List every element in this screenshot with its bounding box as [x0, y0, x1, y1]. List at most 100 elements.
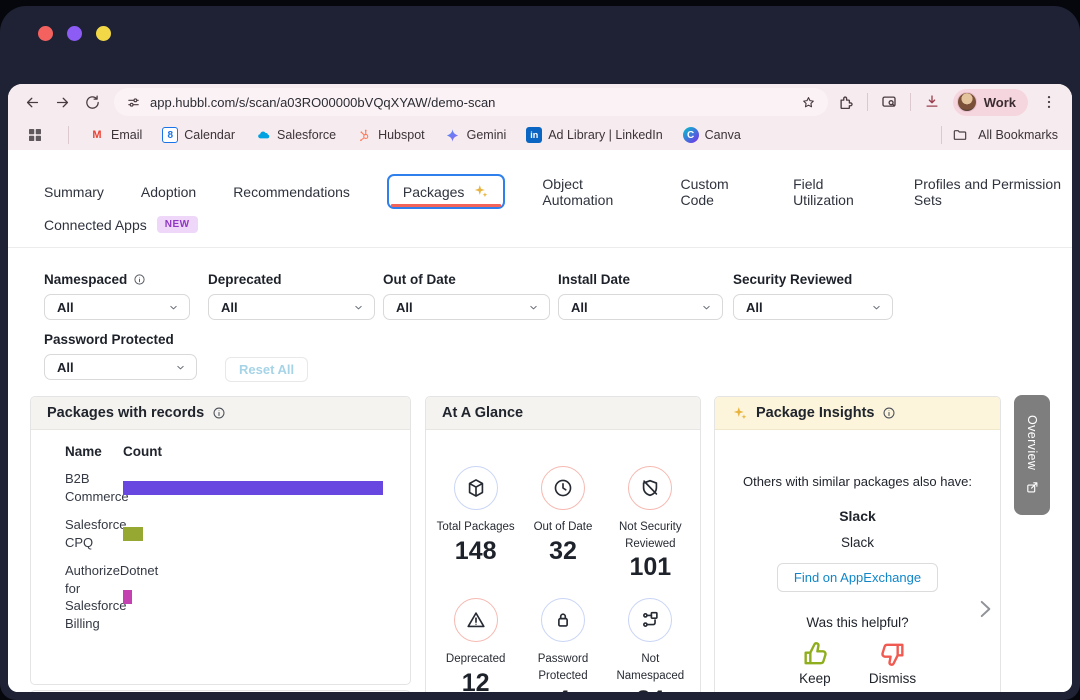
bookmark-label: Ad Library | LinkedIn	[548, 128, 663, 142]
stat-label: Deprecated	[445, 653, 506, 666]
bookmark-calendar[interactable]: 8 Calendar	[162, 127, 235, 143]
chevron-right-icon	[980, 600, 991, 618]
card-header: Package Insights	[715, 397, 1000, 430]
chevron-down-icon	[170, 305, 177, 309]
clock-icon	[554, 479, 572, 497]
back-button[interactable]	[18, 88, 46, 116]
filter-out-of-date: Out of Date All	[383, 272, 550, 320]
bookmark-canva[interactable]: C Canva	[682, 127, 741, 143]
package-cube-icon	[468, 479, 483, 497]
scan-tabs-row2: Connected Apps NEW	[44, 216, 198, 233]
url-text[interactable]: app.hubbl.com/s/scan/a03RO00000bVQqXYAW/…	[150, 95, 792, 110]
bar-row: AuthorizeDotnet for Salesforce Billing	[65, 562, 392, 632]
stat-password-protected: Password Protected 4	[519, 598, 606, 692]
bar-b2b-commerce[interactable]	[123, 480, 383, 495]
bookmark-ad-library[interactable]: in Ad Library | LinkedIn	[526, 127, 663, 143]
password-protected-select[interactable]: All	[44, 354, 197, 380]
window-zoom-button[interactable]	[96, 26, 111, 41]
tab-profiles-permission-sets[interactable]: Profiles and Permission Sets	[914, 176, 1072, 208]
browser-window: app.hubbl.com/s/scan/a03RO00000bVQqXYAW/…	[8, 84, 1072, 692]
bookmark-star-icon[interactable]	[801, 95, 816, 110]
all-bookmarks-label: All Bookmarks	[978, 128, 1058, 142]
tab-packages-label: Packages	[402, 183, 465, 200]
bar-track	[123, 526, 383, 541]
stat-ring	[628, 598, 673, 643]
security-reviewed-select[interactable]: All	[733, 294, 893, 320]
overview-side-tab[interactable]: Overview	[1014, 395, 1050, 515]
extensions-button[interactable]	[833, 89, 859, 115]
hubspot-icon	[356, 127, 372, 143]
filter-install-date: Install Date All	[558, 272, 723, 320]
bar-salesforce-cpq[interactable]	[123, 526, 144, 541]
find-on-appexchange-button[interactable]: Find on AppExchange	[776, 563, 939, 592]
filter-label: Namespaced	[44, 272, 190, 287]
package-insights-card: Package Insights Others with similar pac…	[714, 396, 1001, 692]
forward-arrow-icon	[56, 97, 68, 107]
packages-with-records-card: Packages with records Name Count B2B Com…	[30, 396, 411, 685]
browser-toolbar: app.hubbl.com/s/scan/a03RO00000bVQqXYAW/…	[8, 84, 1072, 120]
reset-all-button[interactable]: Reset All	[225, 357, 309, 382]
extensions-puzzle-icon	[840, 96, 853, 110]
stat-value: 32	[549, 536, 577, 565]
bar-track	[123, 590, 383, 605]
keep-button[interactable]: Keep	[799, 638, 831, 686]
tab-recommendations[interactable]: Recommendations	[233, 184, 350, 200]
downloads-button[interactable]	[919, 89, 945, 115]
apps-grid-icon	[29, 129, 41, 141]
refresh-button[interactable]	[78, 88, 106, 116]
chevron-down-icon	[355, 305, 362, 309]
next-insight-button[interactable]	[972, 596, 998, 627]
bookmark-email[interactable]: M Email	[89, 127, 142, 143]
browser-menu-button[interactable]	[1036, 89, 1062, 115]
tab-object-automation[interactable]: Object Automation	[542, 176, 643, 208]
stat-total-packages: Total Packages 148	[432, 466, 519, 566]
bookmark-label: Canva	[704, 128, 741, 142]
bookmark-gemini[interactable]: Gemini	[445, 127, 507, 143]
stat-value: 101	[629, 553, 672, 582]
stat-ring	[453, 598, 498, 643]
page-content: Summary Adoption Recommendations Package…	[8, 150, 1072, 692]
helpful-prompt: Was this helpful?	[806, 615, 909, 630]
tab-summary[interactable]: Summary	[44, 184, 104, 200]
bookmark-label: Gemini	[466, 128, 507, 142]
bookmarks-bar: M Email 8 Calendar Salesforce Hubspot Ge…	[8, 120, 1072, 150]
window-minimize-button[interactable]	[67, 26, 82, 41]
info-icon[interactable]	[882, 406, 896, 420]
bookmark-salesforce[interactable]: Salesforce	[255, 127, 336, 143]
tab-connected-apps[interactable]: Connected Apps	[44, 217, 147, 233]
all-bookmarks-group[interactable]: All Bookmarks	[941, 126, 1058, 144]
stat-not-security-reviewed: Not Security Reviewed 101	[607, 466, 694, 582]
scan-tabs: Summary Adoption Recommendations Package…	[44, 174, 1072, 209]
deprecated-select[interactable]: All	[208, 294, 375, 320]
apps-grid-button[interactable]	[22, 122, 48, 148]
tab-packages[interactable]: Packages	[386, 174, 506, 209]
info-icon[interactable]	[212, 406, 226, 420]
bar-label: AuthorizeDotnet for Salesforce Billing	[65, 563, 159, 631]
tab-field-utilization[interactable]: Field Utilization	[793, 176, 877, 208]
stat-label: Not Security Reviewed	[619, 521, 682, 550]
address-bar[interactable]: app.hubbl.com/s/scan/a03RO00000bVQqXYAW/…	[114, 88, 828, 116]
info-icon[interactable]	[133, 273, 146, 286]
namespaced-select[interactable]: All	[44, 294, 190, 320]
bar-authorizedotnet[interactable]	[123, 590, 133, 605]
stat-not-namespaced: Not Namespaced 84	[607, 598, 694, 692]
window-close-button[interactable]	[38, 26, 53, 41]
browser-profile-chip[interactable]: Work	[952, 88, 1028, 116]
forward-button[interactable]	[48, 88, 76, 116]
tab-adoption[interactable]: Adoption	[141, 184, 196, 200]
bookmarks-separator	[941, 126, 943, 144]
kebab-menu-icon	[1047, 96, 1051, 108]
open-overview-icon	[1026, 481, 1037, 493]
at-a-glance-card: At A Glance Total Packages 148 Out of Da…	[425, 396, 701, 692]
tab-custom-code[interactable]: Custom Code	[680, 176, 756, 208]
bookmark-hubspot[interactable]: Hubspot	[356, 127, 425, 143]
out-of-date-select[interactable]: All	[383, 294, 550, 320]
chevron-down-icon	[703, 305, 710, 309]
filter-security-reviewed: Security Reviewed All	[733, 272, 893, 320]
site-settings-icon[interactable]	[126, 95, 141, 110]
search-tabs-button[interactable]	[876, 89, 902, 115]
salesforce-cloud-icon	[255, 127, 271, 143]
dismiss-button[interactable]: Dismiss	[869, 638, 916, 686]
install-date-select[interactable]: All	[558, 294, 723, 320]
card-title: Packages with records	[47, 405, 205, 421]
